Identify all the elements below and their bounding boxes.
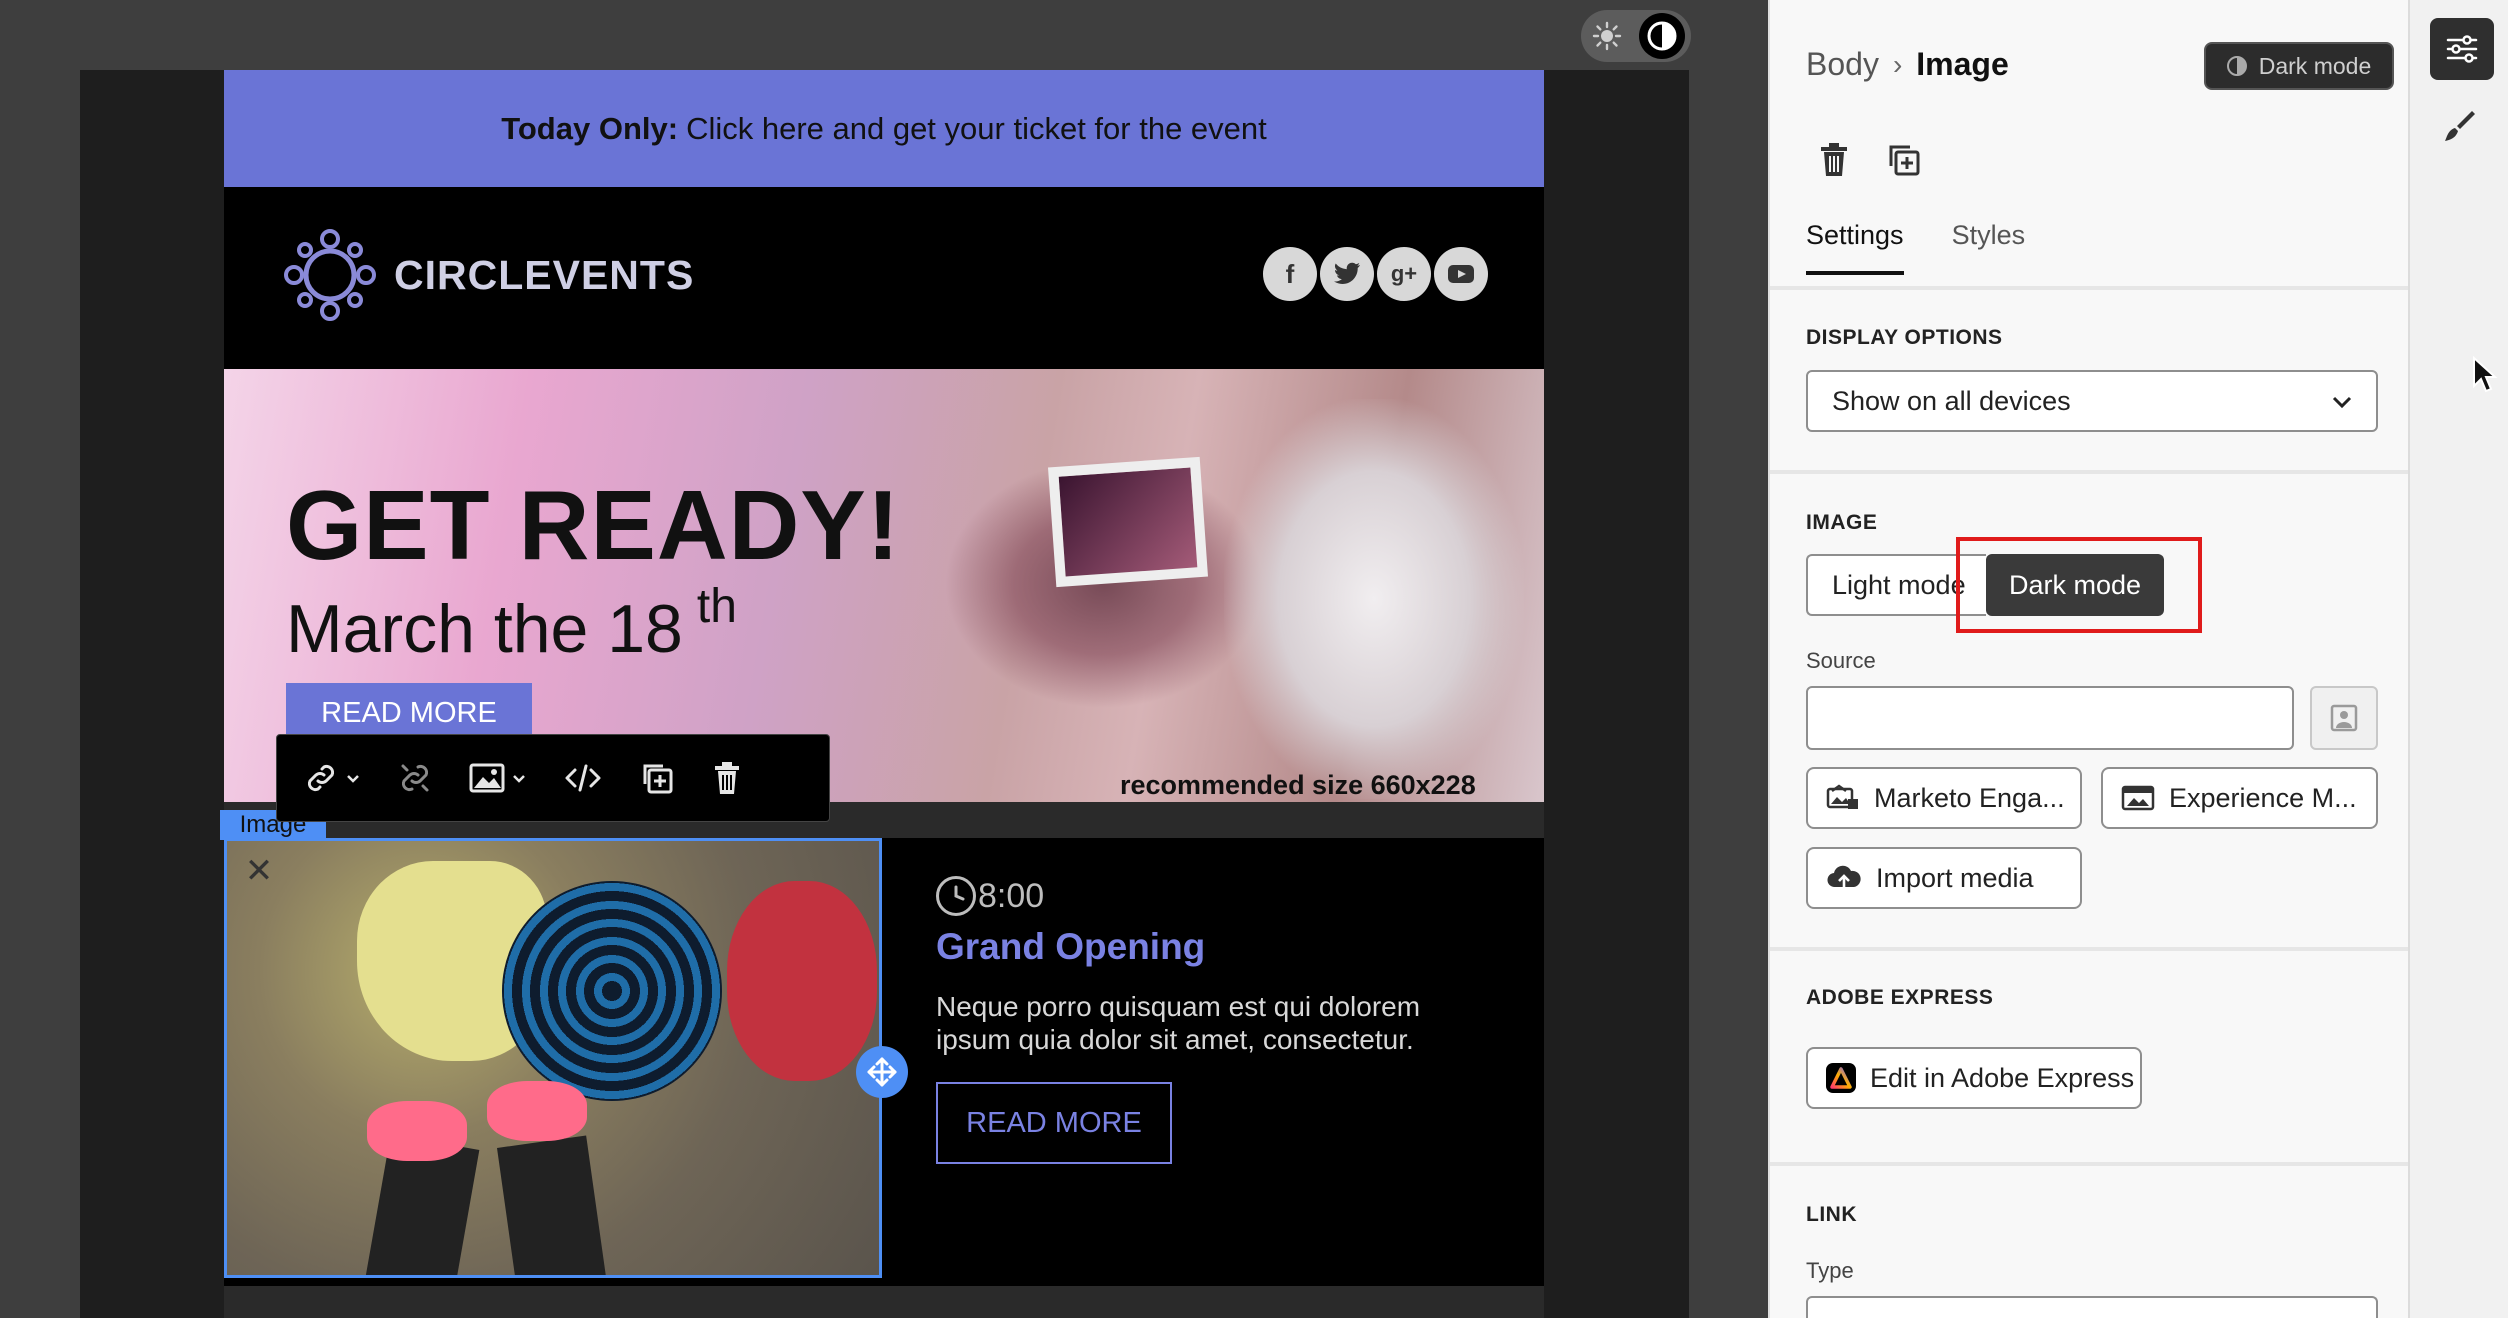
delete-icon[interactable] bbox=[1818, 142, 1850, 183]
hero-subtitle-suffix: th bbox=[696, 580, 737, 633]
top-banner[interactable]: Today Only: Click here and get your tick… bbox=[224, 70, 1544, 187]
display-options-title: DISPLAY OPTIONS bbox=[1806, 326, 2003, 349]
logo-icon bbox=[284, 229, 376, 321]
recommended-size-note: recommended size 660x228 bbox=[1120, 770, 1476, 800]
marketo-icon bbox=[1826, 783, 1860, 813]
source-input[interactable] bbox=[1806, 686, 2294, 750]
clock-icon bbox=[936, 876, 976, 916]
article-block: ✕ Image 8:00 Grand Opening Neque porro q… bbox=[220, 810, 1544, 1278]
paintbrush-icon[interactable] bbox=[2442, 108, 2478, 149]
image-icon[interactable] bbox=[469, 762, 527, 794]
cloud-upload-icon bbox=[1826, 863, 1862, 893]
image-toolbar bbox=[276, 734, 830, 822]
experience-manager-icon bbox=[2121, 783, 2155, 813]
panel-tabs: Settings Styles bbox=[1806, 220, 2073, 275]
image-section-title: IMAGE bbox=[1806, 511, 1878, 534]
duplicate-icon[interactable] bbox=[639, 760, 675, 796]
edit-in-adobe-express-label: Edit in Adobe Express bbox=[1870, 1062, 2135, 1093]
logo-text: CIRCLEVENTS bbox=[394, 251, 695, 298]
chevron-down-icon bbox=[2332, 396, 2352, 409]
dark-mode-badge-label: Dark mode bbox=[2258, 52, 2372, 79]
light-dark-toggle[interactable] bbox=[1581, 10, 1691, 62]
breadcrumb: Body › Image bbox=[1806, 46, 2009, 83]
import-media-button[interactable]: Import media bbox=[1806, 847, 2082, 909]
adobe-express-icon bbox=[1826, 1063, 1856, 1093]
hero-subtitle: March the 18th bbox=[286, 580, 737, 667]
facebook-icon[interactable]: f bbox=[1263, 247, 1317, 301]
editor-canvas: Today Only: Click here and get your tick… bbox=[0, 0, 1768, 1318]
email-header: CIRCLEVENTS f g+ bbox=[224, 187, 1544, 369]
marketo-button-label: Marketo Enga... bbox=[1874, 782, 2065, 813]
contrast-icon[interactable] bbox=[1639, 13, 1685, 59]
article-text: Neque porro quisquam est qui dolorem ips… bbox=[936, 991, 1421, 1055]
social-links: f g+ bbox=[1260, 247, 1488, 301]
close-icon[interactable]: ✕ bbox=[239, 851, 279, 891]
article-title: Grand Opening bbox=[936, 926, 1206, 967]
hero-title: GET READY! bbox=[286, 470, 901, 580]
settings-sliders-icon[interactable] bbox=[2430, 18, 2494, 80]
move-handle-icon[interactable] bbox=[856, 1046, 908, 1098]
google-plus-icon[interactable]: g+ bbox=[1377, 247, 1431, 301]
spacer-bottom bbox=[224, 1286, 1544, 1318]
yoga-mat bbox=[502, 881, 722, 1101]
experience-manager-button[interactable]: Experience M... bbox=[2101, 767, 2378, 829]
panel-actions bbox=[1818, 142, 1958, 183]
trash-icon[interactable] bbox=[711, 760, 743, 796]
time-value: 8:00 bbox=[978, 876, 1045, 915]
email-body: Today Only: Click here and get your tick… bbox=[220, 70, 1544, 1318]
banner-text: Click here and get your ticket for the e… bbox=[686, 110, 1267, 146]
breadcrumb-current: Image bbox=[1916, 46, 2009, 82]
article-read-more-button[interactable]: READ MORE bbox=[936, 1082, 1172, 1164]
contrast-icon bbox=[2226, 56, 2247, 76]
link-icon[interactable] bbox=[303, 760, 361, 796]
twitter-icon[interactable] bbox=[1320, 247, 1374, 301]
logo: CIRCLEVENTS bbox=[282, 227, 694, 323]
experience-manager-label: Experience M... bbox=[2169, 782, 2357, 813]
tab-styles[interactable]: Styles bbox=[1952, 220, 2026, 275]
marketo-button[interactable]: Marketo Enga... bbox=[1806, 767, 2082, 829]
code-icon[interactable] bbox=[563, 762, 603, 794]
source-label: Source bbox=[1806, 648, 1876, 673]
chevron-right-icon: › bbox=[1892, 48, 1903, 80]
link-section-title: LINK bbox=[1806, 1203, 1857, 1226]
banner-bold: Today Only: bbox=[501, 110, 679, 146]
tab-settings[interactable]: Settings bbox=[1806, 220, 1904, 275]
link-type-select[interactable] bbox=[1806, 1296, 2378, 1318]
dark-mode-badge[interactable]: Dark mode bbox=[2204, 42, 2394, 90]
display-options-select[interactable]: Show on all devices bbox=[1806, 370, 2378, 432]
right-rail bbox=[2408, 0, 2508, 1318]
highlight-box bbox=[1956, 537, 2202, 633]
unlink-icon[interactable] bbox=[397, 760, 433, 796]
mouse-cursor-icon bbox=[2472, 355, 2498, 399]
duplicate-icon[interactable] bbox=[1886, 142, 1922, 183]
import-media-label: Import media bbox=[1876, 862, 2034, 893]
display-options-value: Show on all devices bbox=[1832, 385, 2071, 416]
asset-picker-icon[interactable] bbox=[2310, 686, 2378, 750]
article-time: 8:00 bbox=[936, 876, 1044, 916]
breadcrumb-parent[interactable]: Body bbox=[1806, 46, 1879, 83]
link-type-label: Type bbox=[1806, 1258, 1854, 1283]
youtube-icon[interactable] bbox=[1434, 247, 1488, 301]
selected-image[interactable]: ✕ bbox=[224, 838, 882, 1278]
edit-in-adobe-express-button[interactable]: Edit in Adobe Express bbox=[1806, 1047, 2142, 1109]
sun-icon[interactable] bbox=[1587, 16, 1627, 56]
phone-photo bbox=[1047, 456, 1209, 588]
properties-panel: Body › Image Dark mode Settings Styles D… bbox=[1768, 0, 2410, 1318]
adobe-express-title: ADOBE EXPRESS bbox=[1806, 986, 1994, 1009]
